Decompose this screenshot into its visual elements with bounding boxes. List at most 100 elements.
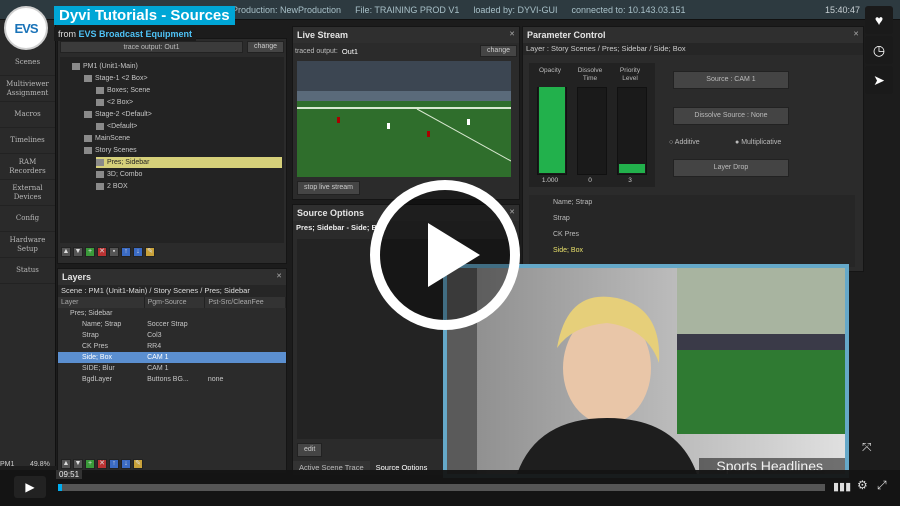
scene-tree-label: Stage-1 <2 Box>	[95, 75, 148, 82]
add-icon[interactable]: +	[85, 459, 95, 469]
nav-item-timelines[interactable]: Timelines	[0, 128, 55, 154]
play-button[interactable]	[370, 180, 520, 330]
scene-tree-item[interactable]: 3D; Combo	[96, 169, 142, 180]
layer-cell: CAM 1	[147, 365, 169, 372]
scene-tree-item[interactable]: Stage-2 <Default>	[84, 109, 152, 120]
channel-link[interactable]: EVS Broadcast Equipment	[79, 29, 193, 39]
parameter-layer-item[interactable]: Side; Box	[529, 243, 855, 259]
scene-tree-item[interactable]: PM1 (Unit1-Main)	[72, 61, 138, 72]
scene-tree-item[interactable]: <Default>	[96, 121, 137, 132]
progress-track[interactable]	[58, 484, 825, 491]
layer-row[interactable]: Name; Strap Soccer Strap	[58, 319, 286, 330]
change-trace-button[interactable]: change	[247, 41, 284, 53]
nav-item-external-devices[interactable]: External Devices	[0, 180, 55, 206]
move-down-icon[interactable]: ↓	[121, 459, 131, 469]
expand-icon[interactable]: ▼	[73, 459, 83, 469]
meter-bar[interactable]	[577, 87, 607, 175]
close-icon[interactable]: ✕	[276, 272, 282, 280]
video-title-overlay: EVS Dyvi Tutorials - Sources from EVS Br…	[4, 6, 235, 50]
parameter-layer-list: Name; Strap Strap CK Pres Side; Box	[529, 195, 855, 267]
parameter-layer-item[interactable]: Strap	[529, 211, 855, 227]
delete-icon[interactable]: ✕	[97, 459, 107, 469]
scene-tree-label: <Default>	[107, 123, 138, 130]
nav-item-hardware-setup[interactable]: Hardware Setup	[0, 232, 55, 258]
meter-value: 1.000	[541, 177, 559, 184]
layer-cell: Name; Strap	[82, 321, 122, 328]
close-icon[interactable]: ✕	[509, 30, 515, 38]
video-title[interactable]: Dyvi Tutorials - Sources	[54, 6, 235, 25]
scene-tree-item[interactable]: MainScene	[84, 133, 130, 144]
presenter-video	[447, 268, 845, 474]
meter-fill	[539, 87, 565, 173]
player-play-icon[interactable]: ▶	[14, 476, 46, 498]
watch-later-clock-icon[interactable]: ◷	[865, 36, 893, 64]
scene-tree-item[interactable]: <2 Box>	[96, 97, 133, 108]
scene-tree-item[interactable]: Pres; Sidebar	[96, 157, 282, 168]
scene-icon	[96, 182, 104, 190]
lock-icon[interactable]: ▪	[109, 247, 119, 257]
edit-icon[interactable]: ✎	[133, 459, 143, 469]
layer-row[interactable]: CK Pres RR4	[58, 341, 286, 352]
dissolve-source-button[interactable]: Dissolve Source : None	[673, 107, 789, 125]
source-button[interactable]: Source : CAM 1	[673, 71, 789, 89]
layer-cell: none	[207, 376, 224, 383]
change-stream-button[interactable]: change	[480, 45, 517, 57]
scene-tree-label: Pres; Sidebar	[107, 159, 150, 166]
evs-logo[interactable]: EVS	[4, 6, 48, 50]
layer-row[interactable]: Side; Box CAM 1	[58, 352, 286, 363]
edit-icon[interactable]: ✎	[145, 247, 155, 257]
nav-item-scenes[interactable]: Scenes	[0, 50, 55, 76]
scene-tree-label: <2 Box>	[107, 99, 134, 106]
nav-item-config[interactable]: Config	[0, 206, 55, 232]
close-icon[interactable]: ✕	[509, 208, 515, 216]
expand-view-icon[interactable]: ⤧	[862, 440, 872, 455]
parameter-layer-item[interactable]: Name; Strap	[529, 195, 855, 211]
move-down-icon[interactable]: ↓	[133, 247, 143, 257]
layer-cell: Strap	[82, 332, 99, 339]
parameter-layer-item[interactable]: CK Pres	[529, 227, 855, 243]
delete-icon[interactable]: ✕	[97, 247, 107, 257]
share-send-icon[interactable]: ➤	[865, 66, 893, 94]
additive-radio[interactable]: ○ Additive	[669, 139, 700, 146]
nav-item-ram-recorders[interactable]: RAM Recorders	[0, 154, 55, 180]
layers-column-header[interactable]: Layer	[58, 297, 145, 308]
settings-gear-icon[interactable]: ⚙	[857, 478, 868, 492]
nav-item-status[interactable]: Status	[0, 258, 55, 284]
nav-item-multiviewer-assignment[interactable]: Multiviewer Assignment	[0, 76, 55, 102]
layer-row[interactable]: SIDE; Blur CAM 1	[58, 363, 286, 374]
scene-icon	[96, 122, 104, 130]
scene-tree-item[interactable]: Stage-1 <2 Box>	[84, 73, 148, 84]
layers-toolbar: ▲ ▼ + ✕ ↑ ↓ ✎	[58, 457, 143, 471]
layers-column-header[interactable]: Pgm-Source	[144, 297, 206, 308]
layer-cell: Side; Box	[58, 352, 145, 363]
scene-icon	[72, 62, 80, 70]
fullscreen-icon[interactable]: ⤢	[877, 478, 887, 493]
layers-column-header[interactable]: Pst-Src/CleanFee	[204, 297, 286, 308]
layer-row[interactable]: Strap Col3	[58, 330, 286, 341]
scene-tree-item[interactable]: Boxes; Scene	[96, 85, 150, 96]
collapse-icon[interactable]: ▲	[61, 247, 71, 257]
scene-tree-item[interactable]: Story Scenes	[84, 145, 137, 156]
move-up-icon[interactable]: ↑	[109, 459, 119, 469]
edit-button[interactable]: edit	[297, 443, 323, 457]
move-up-icon[interactable]: ↑	[121, 247, 131, 257]
like-heart-icon[interactable]: ♥	[865, 6, 893, 34]
collapse-icon[interactable]: ▲	[61, 459, 71, 469]
meter-bar[interactable]	[617, 87, 647, 175]
volume-icon[interactable]: ▮▮▮	[833, 480, 851, 493]
layer-row[interactable]: Pres; Sidebar	[58, 308, 286, 319]
layer-row[interactable]: BgdLayer Buttons BG... none	[58, 374, 286, 385]
multiplicative-radio[interactable]: ● Multiplicative	[735, 139, 781, 146]
expand-icon[interactable]: ▼	[73, 247, 83, 257]
nav-item-macros[interactable]: Macros	[0, 102, 55, 128]
scene-tree-item[interactable]: 2 BOX	[96, 181, 128, 192]
add-icon[interactable]: +	[85, 247, 95, 257]
scene-toolbar: ▲ ▼ + ✕ ▪ ↑ ↓ ✎	[58, 245, 286, 259]
meter-bar[interactable]	[537, 87, 567, 175]
close-icon[interactable]: ✕	[853, 30, 859, 38]
scene-tree-label: 2 BOX	[107, 183, 128, 190]
stop-live-stream-button[interactable]: stop live stream	[297, 181, 361, 195]
layer-cell	[204, 352, 286, 363]
scenes-panel: trace output: Out1 change PM1 (Unit1-Mai…	[57, 38, 287, 264]
layer-drop-button[interactable]: Layer Drop	[673, 159, 789, 177]
